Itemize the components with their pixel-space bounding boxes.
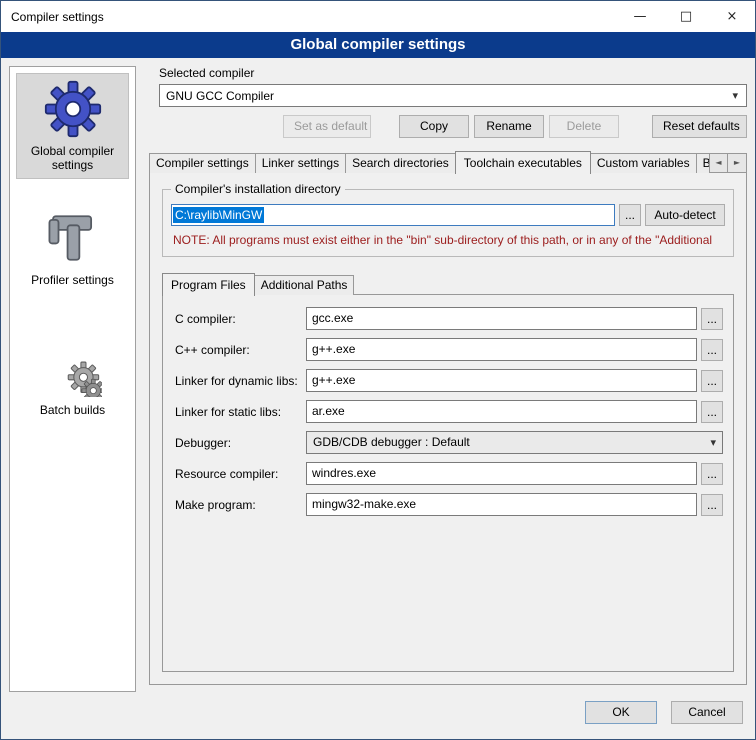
static-linker-browse-button[interactable]: ...	[701, 401, 723, 423]
cancel-button[interactable]: Cancel	[671, 701, 743, 724]
installation-directory-label: Compiler's installation directory	[171, 182, 345, 196]
program-files-tabstrip: Program Files Additional Paths	[162, 273, 736, 295]
static-linker-label: Linker for static libs:	[175, 405, 306, 419]
dynamic-linker-label: Linker for dynamic libs:	[175, 374, 306, 388]
chevron-down-icon: ▾	[732, 89, 738, 102]
sidebar-item-profiler-settings[interactable]: Profiler settings	[16, 203, 129, 293]
make-program-label: Make program:	[175, 498, 306, 512]
dialog-footer: OK Cancel	[1, 695, 755, 739]
page-title: Global compiler settings	[1, 32, 755, 58]
installation-directory-browse-button[interactable]: ...	[619, 204, 641, 226]
debugger-label: Debugger:	[175, 436, 306, 450]
cpp-compiler-browse-button[interactable]: ...	[701, 339, 723, 361]
debugger-row: Debugger: GDB/CDB debugger : Default ▾	[175, 431, 723, 454]
content-area: Selected compiler GNU GCC Compiler ▾ Set…	[149, 64, 747, 695]
toolchain-executables-panel: Compiler's installation directory C:\ray…	[149, 172, 747, 685]
static-linker-input[interactable]: ar.exe	[306, 400, 697, 423]
c-compiler-label: C compiler:	[175, 312, 306, 326]
reset-defaults-button[interactable]: Reset defaults	[652, 115, 747, 138]
c-compiler-browse-button[interactable]: ...	[701, 308, 723, 330]
debugger-value: GDB/CDB debugger : Default	[313, 432, 470, 453]
resource-compiler-row: Resource compiler: windres.exe ...	[175, 462, 723, 485]
close-icon[interactable]: ×	[709, 1, 755, 32]
profiler-tool-icon	[44, 209, 102, 267]
main-area: Global compiler settings Profiler settin…	[1, 58, 755, 695]
tab-compiler-settings[interactable]: Compiler settings	[149, 153, 256, 173]
subtab-program-files[interactable]: Program Files	[162, 273, 255, 296]
delete-button[interactable]: Delete	[549, 115, 619, 138]
make-program-browse-button[interactable]: ...	[701, 494, 723, 516]
sidebar-item-label: Batch builds	[18, 403, 127, 417]
compiler-settings-window: Compiler settings — □ × Global compiler …	[0, 0, 756, 740]
subtab-additional-paths[interactable]: Additional Paths	[254, 275, 355, 295]
tab-custom-variables[interactable]: Custom variables	[590, 153, 697, 173]
sidebar-item-label: Global compiler settings	[19, 144, 126, 172]
program-files-panel: C compiler: gcc.exe ... C++ compiler: g+…	[162, 294, 734, 672]
installation-directory-value: C:\raylib\MinGW	[173, 207, 264, 223]
resource-compiler-input[interactable]: windres.exe	[306, 462, 697, 485]
make-program-row: Make program: mingw32-make.exe ...	[175, 493, 723, 516]
c-compiler-row: C compiler: gcc.exe ...	[175, 307, 723, 330]
dynamic-linker-row: Linker for dynamic libs: g++.exe ...	[175, 369, 723, 392]
cpp-compiler-label: C++ compiler:	[175, 343, 306, 357]
window-title: Compiler settings	[1, 10, 617, 24]
settings-tabstrip: Compiler settings Linker settings Search…	[149, 150, 747, 173]
installation-directory-group: Compiler's installation directory C:\ray…	[162, 189, 734, 257]
static-linker-row: Linker for static libs: ar.exe ...	[175, 400, 723, 423]
copy-button[interactable]: Copy	[399, 115, 469, 138]
settings-category-sidebar: Global compiler settings Profiler settin…	[9, 66, 136, 692]
cpp-compiler-input[interactable]: g++.exe	[306, 338, 697, 361]
tab-linker-settings[interactable]: Linker settings	[255, 153, 346, 173]
dynamic-linker-input[interactable]: g++.exe	[306, 369, 697, 392]
installation-directory-input[interactable]: C:\raylib\MinGW	[171, 204, 615, 226]
selected-compiler-dropdown[interactable]: GNU GCC Compiler ▾	[159, 84, 747, 107]
resource-compiler-browse-button[interactable]: ...	[701, 463, 723, 485]
stacked-gears-icon	[44, 339, 102, 397]
installation-directory-row: C:\raylib\MinGW ... Auto-detect	[171, 204, 725, 226]
compiler-actions-row: Set as default Copy Rename Delete Reset …	[159, 115, 747, 138]
tab-scroll-right-icon[interactable]: ►	[728, 153, 747, 173]
ok-button[interactable]: OK	[585, 701, 657, 724]
titlebar: Compiler settings — □ ×	[1, 1, 755, 32]
tab-build-truncated[interactable]: Buil	[696, 153, 710, 173]
rename-button[interactable]: Rename	[474, 115, 544, 138]
resource-compiler-label: Resource compiler:	[175, 467, 306, 481]
sidebar-item-label: Profiler settings	[18, 273, 127, 287]
sidebar-item-batch-builds[interactable]: Batch builds	[16, 333, 129, 423]
tab-toolchain-executables[interactable]: Toolchain executables	[455, 151, 591, 174]
tab-scroll-left-icon[interactable]: ◄	[709, 153, 728, 173]
dynamic-linker-browse-button[interactable]: ...	[701, 370, 723, 392]
auto-detect-button[interactable]: Auto-detect	[645, 204, 725, 226]
bin-subdirectory-note: NOTE: All programs must exist either in …	[173, 233, 725, 247]
sidebar-item-global-compiler-settings[interactable]: Global compiler settings	[16, 73, 129, 179]
selected-compiler-label: Selected compiler	[159, 66, 747, 80]
c-compiler-input[interactable]: gcc.exe	[306, 307, 697, 330]
minimize-icon[interactable]: —	[617, 1, 663, 32]
set-as-default-button[interactable]: Set as default	[283, 115, 371, 138]
make-program-input[interactable]: mingw32-make.exe	[306, 493, 697, 516]
debugger-dropdown[interactable]: GDB/CDB debugger : Default ▾	[306, 431, 723, 454]
blue-gear-icon	[44, 80, 102, 138]
tab-search-directories[interactable]: Search directories	[345, 153, 456, 173]
chevron-down-icon: ▾	[710, 432, 716, 453]
cpp-compiler-row: C++ compiler: g++.exe ...	[175, 338, 723, 361]
selected-compiler-value: GNU GCC Compiler	[166, 89, 274, 103]
maximize-icon[interactable]: □	[663, 1, 709, 32]
